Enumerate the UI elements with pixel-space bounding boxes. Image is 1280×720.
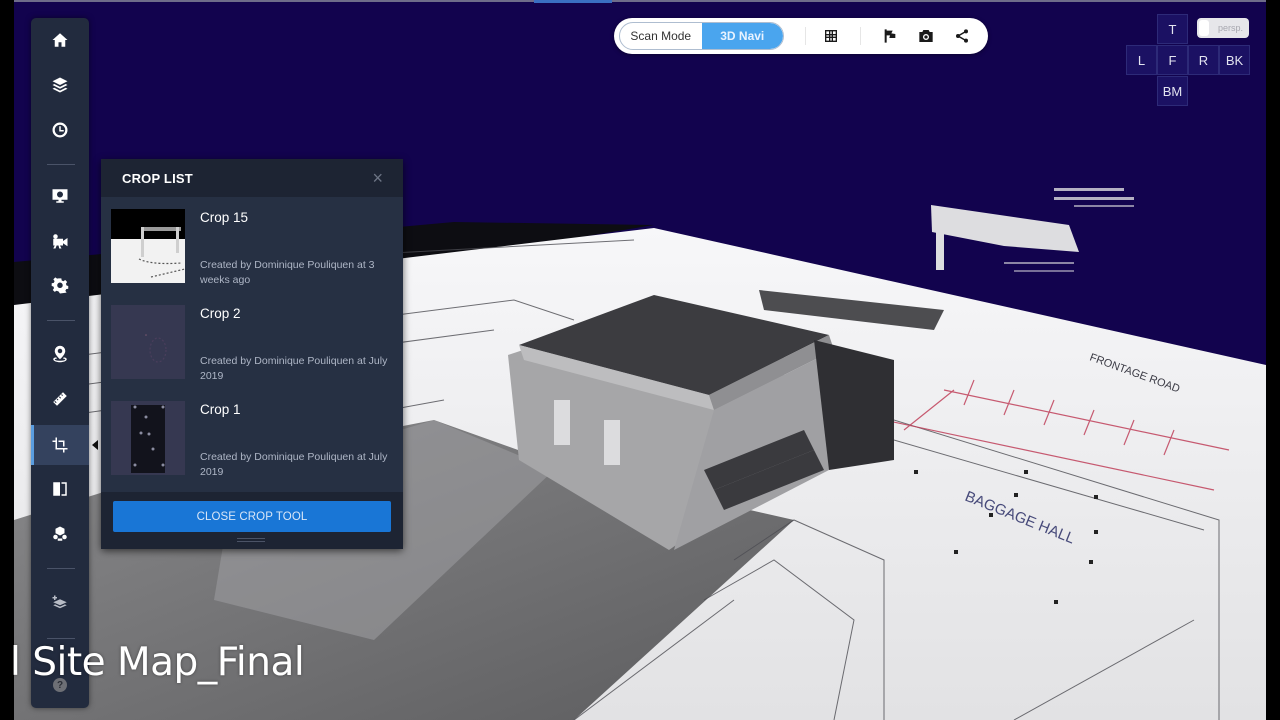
crop-list-panel: CROP LIST × Crop 15 Created by Dominique… — [101, 159, 403, 549]
sidebar-item-layers[interactable] — [31, 65, 89, 105]
crop-icon — [52, 437, 68, 453]
left-sidebar: ? — [31, 18, 98, 708]
monitor-gear-icon — [52, 189, 68, 203]
layers-icon — [52, 77, 68, 93]
scan-mode-button[interactable]: Scan Mode — [620, 23, 702, 49]
video-camera-icon — [53, 234, 68, 249]
letterbox-left — [0, 0, 14, 720]
close-icon[interactable]: × — [372, 169, 383, 187]
crop-thumbnail — [111, 305, 185, 379]
sidebar-item-compare[interactable] — [31, 469, 89, 509]
crop-list-title: CROP LIST — [122, 170, 193, 186]
sidebar-divider — [47, 164, 75, 165]
crop-list-item[interactable]: Crop 2 Created by Dominique Pouliquen at… — [101, 297, 403, 393]
share-icon — [956, 29, 968, 43]
top-edge-accent — [534, 0, 612, 3]
crop-list-item[interactable]: Crop 1 Created by Dominique Pouliquen at… — [101, 393, 403, 489]
flag-button[interactable] — [880, 26, 900, 46]
sidebar-item-settings[interactable] — [31, 266, 89, 306]
mode-toggle: Scan Mode 3D Navi — [619, 22, 784, 50]
view-right-button[interactable]: R — [1188, 45, 1219, 75]
grid-button[interactable] — [821, 26, 841, 46]
view-left-button[interactable]: L — [1126, 45, 1157, 75]
gear-icon — [51, 277, 69, 294]
cubes-icon — [53, 526, 67, 541]
crop-name: Crop 2 — [200, 306, 241, 321]
view-bottom-button[interactable]: BM — [1157, 76, 1188, 106]
crop-meta: Created by Dominique Pouliquen at July 2… — [200, 355, 388, 382]
crop-name: Crop 15 — [200, 210, 249, 225]
crop-list: Crop 15 Created by Dominique Pouliquen a… — [101, 201, 403, 489]
clock-icon — [52, 122, 68, 138]
sidebar-item-display-settings[interactable] — [31, 176, 89, 216]
top-toolbar: Scan Mode 3D Navi — [614, 18, 988, 54]
toolbar-divider — [860, 27, 861, 45]
video-caption: l Site Map_Final — [10, 640, 305, 685]
camera-icon — [919, 30, 933, 42]
sidebar-divider — [47, 320, 75, 321]
3d-navi-button[interactable]: 3D Navi — [701, 23, 783, 49]
crop-meta: Created by Dominique Pouliquen at 3 week… — [200, 259, 375, 286]
sidebar-item-objects[interactable] — [31, 514, 89, 554]
sidebar-divider — [47, 568, 75, 569]
sidebar-item-location[interactable] — [31, 334, 89, 374]
floating-point-cloud — [931, 188, 1134, 272]
crop-list-header: CROP LIST × — [101, 159, 403, 197]
flag-icon — [884, 29, 896, 43]
sidebar-item-history[interactable] — [31, 110, 89, 150]
resize-grip[interactable] — [237, 538, 265, 542]
layers-plus-icon — [52, 595, 67, 609]
split-view-icon — [53, 482, 67, 496]
view-back-button[interactable]: BK — [1219, 45, 1250, 75]
top-edge-line — [14, 0, 1266, 2]
share-button[interactable] — [952, 26, 972, 46]
sidebar-item-crop[interactable] — [31, 425, 98, 465]
perspective-toggle[interactable]: persp. — [1197, 18, 1249, 38]
sidebar-item-video[interactable] — [31, 221, 89, 261]
sidebar-item-add-layer[interactable] — [31, 583, 89, 623]
camera-button[interactable] — [916, 26, 936, 46]
view-top-button[interactable]: T — [1157, 14, 1188, 44]
map-pin-icon — [53, 345, 67, 363]
crop-meta: Created by Dominique Pouliquen at July 2… — [200, 451, 388, 478]
crop-thumbnail — [111, 209, 185, 283]
grid-icon — [825, 30, 837, 42]
sidebar-item-home[interactable] — [31, 20, 89, 60]
toolbar-divider — [805, 27, 806, 45]
sidebar-divider — [47, 638, 75, 639]
ruler-icon — [51, 390, 69, 408]
crop-list-footer: CLOSE CROP TOOL — [101, 492, 403, 549]
sidebar-item-measure[interactable] — [31, 379, 89, 419]
crop-name: Crop 1 — [200, 402, 241, 417]
close-crop-tool-button[interactable]: CLOSE CROP TOOL — [113, 501, 391, 532]
home-icon — [52, 33, 68, 47]
letterbox-right — [1266, 0, 1280, 720]
crop-list-item[interactable]: Crop 15 Created by Dominique Pouliquen a… — [101, 201, 403, 297]
crop-thumbnail — [111, 401, 185, 475]
view-front-button[interactable]: F — [1157, 45, 1188, 75]
